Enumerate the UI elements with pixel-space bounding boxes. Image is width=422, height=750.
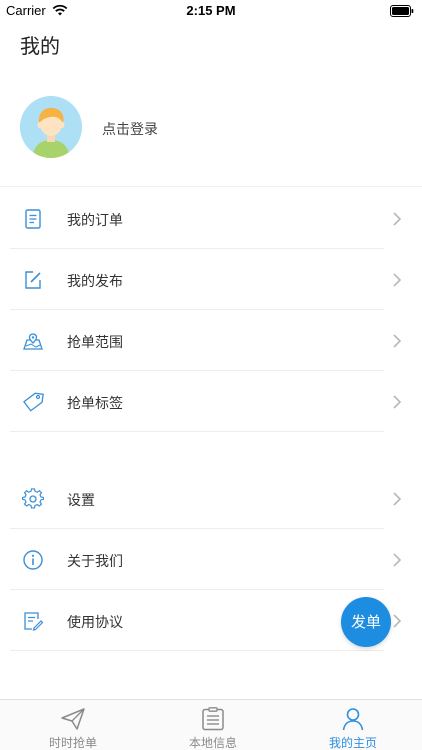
battery-icon xyxy=(390,5,414,17)
paper-plane-icon xyxy=(61,708,85,730)
avatar[interactable] xyxy=(20,96,82,158)
chevron-right-icon xyxy=(393,553,402,567)
tab-realtime-grab[interactable]: 时时抢单 xyxy=(3,700,143,750)
page-title: 我的 xyxy=(20,34,60,58)
tab-label: 我的主页 xyxy=(328,736,377,750)
clock: 2:15 PM xyxy=(186,3,236,18)
map-range-icon xyxy=(23,333,43,350)
menu-item-my-posts[interactable]: 我的发布 xyxy=(0,249,422,310)
menu-item-label: 关于我们 xyxy=(67,554,123,570)
tab-label: 本地信息 xyxy=(188,736,237,750)
edit-icon xyxy=(25,271,41,289)
tab-local-info[interactable]: 本地信息 xyxy=(143,700,283,750)
info-icon xyxy=(23,550,43,570)
menu-item-label: 设置 xyxy=(67,493,95,509)
menu-item-settings[interactable]: 设置 xyxy=(0,468,422,529)
chevron-right-icon xyxy=(393,334,402,348)
gear-icon xyxy=(22,488,44,509)
agreement-icon xyxy=(24,612,44,631)
tab-my-home[interactable]: 我的主页 xyxy=(283,700,422,750)
status-bar: Carrier 2:15 PM xyxy=(0,0,422,22)
chevron-right-icon xyxy=(393,273,402,287)
divider xyxy=(0,186,422,187)
chevron-right-icon xyxy=(393,212,402,226)
person-icon xyxy=(342,708,364,731)
post-order-fab-button[interactable]: 发单 xyxy=(341,597,391,647)
menu-item-grab-tags[interactable]: 抢单标签 xyxy=(0,371,422,432)
clipboard-icon xyxy=(202,707,224,731)
profile-header[interactable]: 点击登录 xyxy=(0,92,422,168)
menu-item-label: 抢单标签 xyxy=(67,396,123,412)
chevron-right-icon xyxy=(393,395,402,409)
divider xyxy=(10,650,384,651)
menu-item-label: 我的发布 xyxy=(67,274,123,290)
menu-item-about-us[interactable]: 关于我们 xyxy=(0,529,422,590)
menu-item-grab-range[interactable]: 抢单范围 xyxy=(0,310,422,371)
menu-group-account: 我的订单 我的发布 抢单范围 抢单标签 xyxy=(0,188,422,432)
tab-bar: 时时抢单 本地信息 我的主页 xyxy=(0,699,422,750)
menu-item-label: 我的订单 xyxy=(67,213,123,229)
login-link[interactable]: 点击登录 xyxy=(102,119,158,139)
divider xyxy=(10,431,384,432)
order-list-icon xyxy=(25,209,41,229)
menu-item-label: 抢单范围 xyxy=(67,335,123,351)
user-avatar-icon xyxy=(20,96,82,158)
tag-icon xyxy=(23,392,44,412)
chevron-right-icon xyxy=(393,492,402,506)
menu-item-label: 使用协议 xyxy=(67,615,123,631)
menu-item-my-orders[interactable]: 我的订单 xyxy=(0,188,422,249)
tab-label: 时时抢单 xyxy=(48,736,97,750)
chevron-right-icon xyxy=(393,614,402,628)
